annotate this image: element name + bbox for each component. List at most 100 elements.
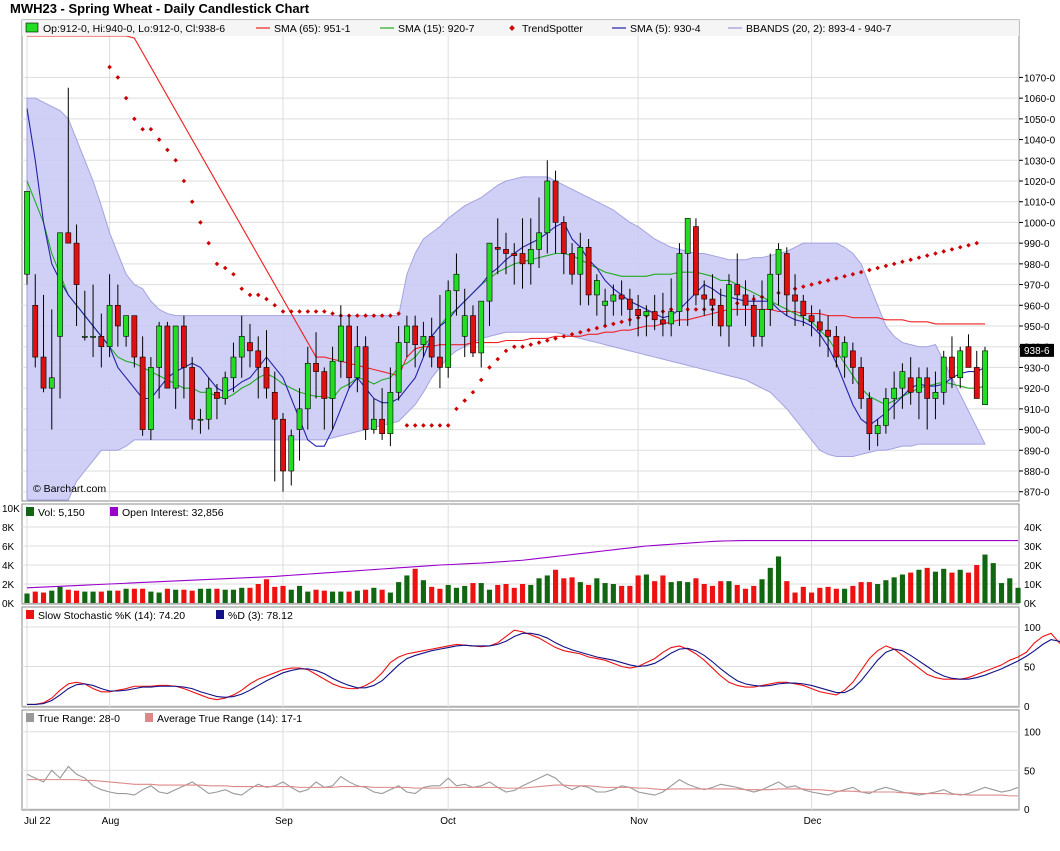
candle-body [81,336,88,338]
candle-body [750,304,757,337]
true-range-legend-icon [26,713,34,722]
volume-bar [825,586,831,603]
volume-bar [619,585,625,603]
candle-body [453,273,460,292]
candle-body [891,387,898,399]
volume-bar [1015,587,1021,603]
candle-body [593,280,600,296]
volume-legend-icon [26,507,34,516]
candle-body [106,304,113,348]
candle-body [577,246,584,275]
candle-body [263,367,270,389]
x-tick-label: Nov [630,816,648,827]
candle-body [271,391,278,420]
volume-tick-label: 10K [2,504,20,515]
volume-bar [73,590,80,603]
candle-body [172,325,179,389]
volume-bar [107,590,113,603]
volume-bar [668,582,674,603]
candle-body [874,425,881,435]
price-tick-label: 1030-0 [1024,156,1056,167]
candle-body [775,249,782,275]
atr-tick-label: 0 [1024,805,1030,816]
price-tick-label: 1010-0 [1024,198,1056,209]
x-tick-label: Aug [102,816,120,827]
legend-true-range: True Range: 28-0 [38,713,120,725]
volume-bar [709,585,716,603]
volume-bar [412,568,418,603]
price-tick-label: 870-0 [1024,488,1050,499]
candle-body [404,325,410,343]
candle-body [486,242,493,302]
candle-body [296,408,303,430]
volume-bar [396,582,402,603]
volume-bar [263,579,270,603]
candle-body [139,356,146,430]
volume-bar [321,590,327,603]
candle-body [437,356,443,368]
candle-body [337,325,344,362]
candle-body [982,350,988,406]
candle-body [552,180,559,223]
volume-bar [536,578,542,603]
candle-body [916,377,922,393]
volume-tick-label: 2K [2,580,15,591]
candle-body [57,232,63,337]
candle-body [247,342,253,352]
price-tick-label: 890-0 [1024,446,1050,457]
volume-bar [627,585,633,603]
volume-bar [974,565,980,603]
candle-body [346,325,352,379]
volume-bar [239,587,245,603]
legend-bbands: BBANDS (20, 2): 893-4 - 940-7 [746,23,891,35]
volume-bar [528,584,534,603]
candle-body [668,311,675,325]
stochastic-legend: Slow Stochastic %K (14): 74.20 %D (3): 7… [26,610,293,622]
legend-volume: Vol: 5,150 [38,507,85,519]
volume-bar [858,582,864,603]
volume-bar [470,583,476,603]
volume-bar [115,590,121,603]
volume-bar [924,567,930,603]
volume-bar [82,591,88,603]
volume-bar [610,584,616,603]
candle-body [65,232,72,244]
volume-bar [288,589,294,603]
volume-bar [230,589,237,603]
candle-body [527,249,534,265]
candle-body [833,336,840,358]
legend-trendspotter: TrendSpotter [522,23,583,35]
stoch-tick-label: 0 [1024,702,1030,713]
x-tick-label: Oct [440,816,456,827]
candle-body [494,246,501,250]
candle-body [973,367,980,399]
candle-body [470,315,476,354]
candle-body [148,367,154,430]
candle-body [164,325,171,389]
x-tick-label: Dec [804,816,822,827]
candle-body [866,398,873,435]
volume-bar [156,592,162,603]
candle-body [329,360,336,399]
candle-body [288,435,295,472]
volume-bar [718,581,724,603]
volume-bar [982,554,988,603]
candle-body [693,226,699,296]
candle-body [808,315,815,323]
volume-bar [330,591,336,603]
price-tick-label: 880-0 [1024,467,1050,478]
price-tick-label: 910-0 [1024,405,1050,416]
volume-bar [123,588,129,603]
stoch-tick-label: 50 [1024,663,1036,674]
candle-body [949,356,955,379]
volume-bar [24,593,30,603]
volume-bar [932,571,939,603]
candle-body [511,253,518,256]
volume-tick-label: 4K [2,561,15,572]
legend-sma15: SMA (15): 920-7 [398,23,475,35]
volume-bar [957,569,963,603]
volume-bar [453,587,460,603]
atr-tick-label: 50 [1024,766,1036,777]
volume-bar [346,591,352,603]
candle-body [222,377,229,399]
